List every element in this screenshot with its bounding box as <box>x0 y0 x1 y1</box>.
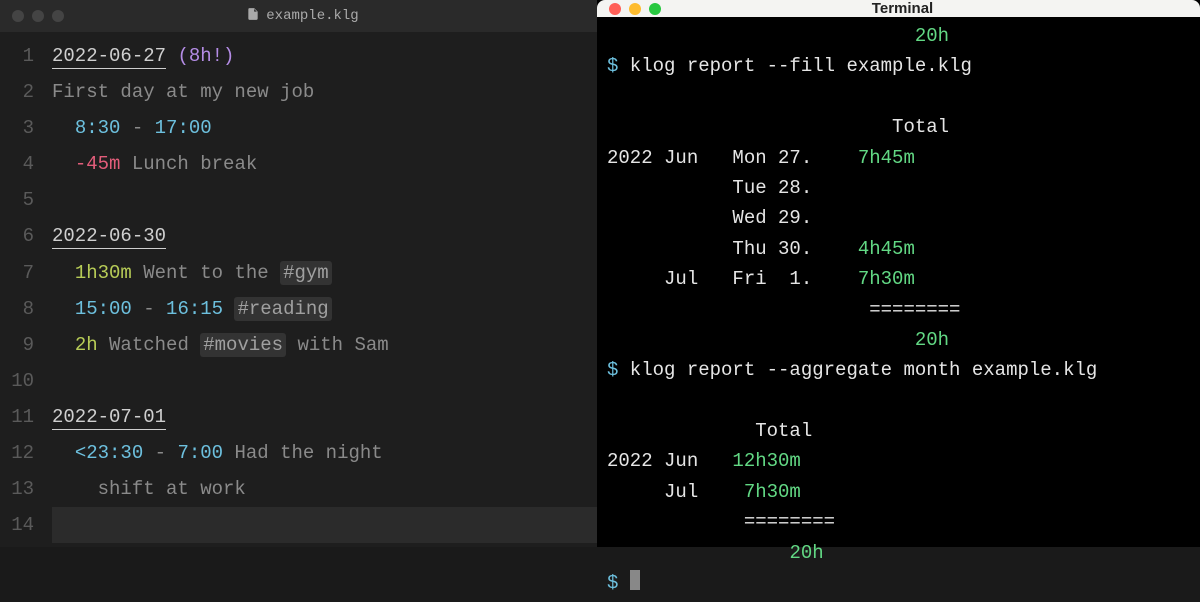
editor-window: example.klg 1234567891011121314 2022-06-… <box>0 0 597 547</box>
should-total-token: (8h!) <box>177 45 234 67</box>
negative-duration-token: -45m <box>75 153 121 175</box>
line-number: 12 <box>0 435 34 471</box>
terminal-content[interactable]: 20h $ klog report --fill example.klg Tot… <box>597 17 1200 602</box>
editor-body[interactable]: 1234567891011121314 2022-06-27 (8h!)Firs… <box>0 32 597 547</box>
code-line[interactable]: -45m Lunch break <box>52 146 597 182</box>
time-token: 16:15 <box>166 298 223 320</box>
line-number: 13 <box>0 471 34 507</box>
terminal-window: Terminal 20h $ klog report --fill exampl… <box>597 0 1200 547</box>
terminal-cursor <box>630 570 640 590</box>
range-dash: - <box>132 298 166 320</box>
maximize-icon[interactable] <box>52 10 64 22</box>
editor-titlebar[interactable]: example.klg <box>0 0 597 32</box>
time-token: 17:00 <box>155 117 212 139</box>
time-token: 15:00 <box>75 298 132 320</box>
row-total: 7h45m <box>858 147 915 169</box>
minimize-icon[interactable] <box>32 10 44 22</box>
editor-title: example.klg <box>80 7 525 26</box>
close-icon[interactable] <box>12 10 24 22</box>
total-sum: 20h <box>915 25 949 47</box>
date-token: 2022-07-01 <box>52 406 166 430</box>
line-number: 2 <box>0 74 34 110</box>
editor-traffic-lights[interactable] <box>12 10 64 22</box>
code-line[interactable]: 2022-07-01 <box>52 399 597 435</box>
date-token: 2022-06-30 <box>52 225 166 249</box>
editor-content[interactable]: 2022-06-27 (8h!)First day at my new job … <box>52 38 597 547</box>
line-number: 3 <box>0 110 34 146</box>
date-token: 2022-06-27 <box>52 45 166 69</box>
line-number: 7 <box>0 255 34 291</box>
row-total: 7h30m <box>732 481 800 503</box>
summary-text: with Sam <box>286 334 389 356</box>
total-sum: 20h <box>915 329 949 351</box>
line-numbers: 1234567891011121314 <box>0 38 52 547</box>
maximize-icon[interactable] <box>649 3 661 15</box>
row-total: 7h30m <box>858 268 915 290</box>
code-line[interactable] <box>52 182 597 218</box>
hashtag-token: #reading <box>234 297 331 321</box>
terminal-traffic-lights[interactable] <box>609 3 661 15</box>
line-number: 14 <box>0 507 34 543</box>
line-number: 9 <box>0 327 34 363</box>
code-line[interactable]: 15:00 - 16:15 #reading <box>52 291 597 327</box>
close-icon[interactable] <box>609 3 621 15</box>
line-number: 10 <box>0 363 34 399</box>
total-sum: 20h <box>789 542 823 564</box>
duration-token: 1h30m <box>75 262 132 284</box>
code-line[interactable] <box>52 363 597 399</box>
code-line[interactable]: First day at my new job <box>52 74 597 110</box>
duration-token: 2h <box>75 334 98 356</box>
time-token: <23:30 <box>75 442 143 464</box>
summary-text: First day at my new job <box>52 81 314 103</box>
row-total: 4h45m <box>858 238 915 260</box>
summary-text: Had the night <box>223 442 383 464</box>
code-line[interactable]: shift at work <box>52 471 597 507</box>
filename-label: example.klg <box>266 8 358 24</box>
line-number: 1 <box>0 38 34 74</box>
row-total: 12h30m <box>732 450 800 472</box>
line-number: 5 <box>0 182 34 218</box>
code-line[interactable]: 1h30m Went to the #gym <box>52 255 597 291</box>
summary-text: Went to the <box>132 262 280 284</box>
time-token: 8:30 <box>75 117 121 139</box>
line-number: 6 <box>0 218 34 254</box>
line-number: 4 <box>0 146 34 182</box>
summary-text: Lunch break <box>120 153 257 175</box>
range-dash: - <box>143 442 177 464</box>
summary-text: Watched <box>98 334 201 356</box>
summary-text: shift at work <box>98 478 246 500</box>
file-icon <box>246 7 260 26</box>
code-line[interactable]: <23:30 - 7:00 Had the night <box>52 435 597 471</box>
code-line[interactable]: 2022-06-27 (8h!) <box>52 38 597 74</box>
prompt-char: $ <box>607 572 618 594</box>
prompt-char: $ <box>607 359 618 381</box>
minimize-icon[interactable] <box>629 3 641 15</box>
code-line[interactable] <box>52 507 597 543</box>
code-line[interactable]: 8:30 - 17:00 <box>52 110 597 146</box>
terminal-titlebar[interactable]: Terminal <box>597 0 1200 17</box>
code-line[interactable]: 2h Watched #movies with Sam <box>52 327 597 363</box>
terminal-title: Terminal <box>677 0 1128 17</box>
hashtag-token: #gym <box>280 261 332 285</box>
time-token: 7:00 <box>177 442 223 464</box>
range-dash: - <box>120 117 154 139</box>
hashtag-token: #movies <box>200 333 286 357</box>
prompt-char: $ <box>607 55 618 77</box>
line-number: 8 <box>0 291 34 327</box>
code-line[interactable]: 2022-06-30 <box>52 218 597 254</box>
line-number: 11 <box>0 399 34 435</box>
